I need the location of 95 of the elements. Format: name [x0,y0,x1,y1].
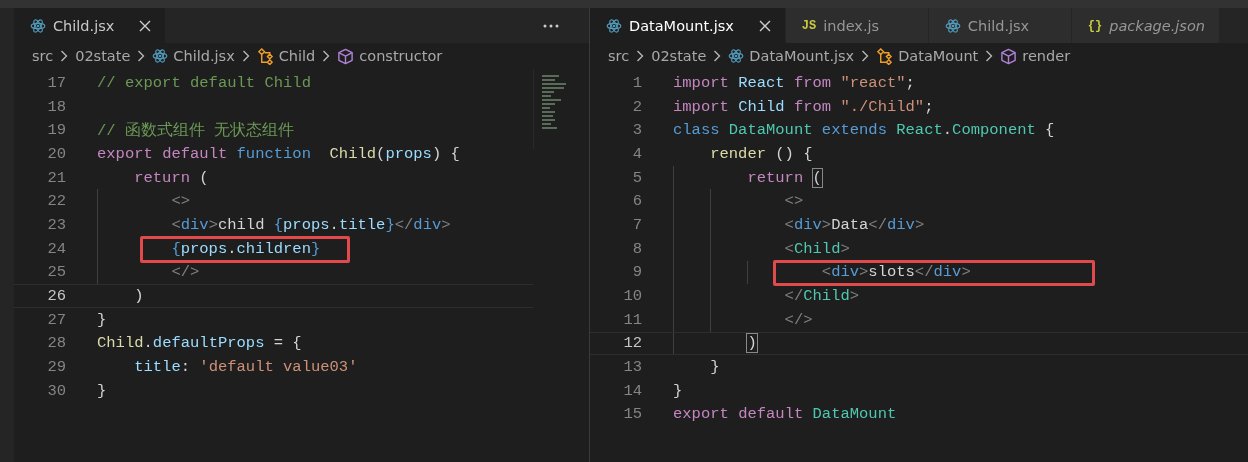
code-line: <div>slots</div> [821,263,971,282]
cube-icon [337,47,355,65]
breadcrumb-item[interactable]: Child [278,48,316,64]
breadcrumb-item[interactable]: src [32,48,54,64]
line-number: 12 [622,334,643,353]
line-number: 1 [631,73,643,92]
editor-tab[interactable]: Child.jsx [928,8,1072,43]
code-line: title: 'default value03' [134,358,358,377]
code-line: } [97,310,107,329]
line-number: 14 [622,381,643,400]
line-number: 18 [46,97,67,116]
react-atom-icon [30,17,46,34]
line-number: 10 [622,287,643,306]
breadcrumb-item[interactable]: render [1022,48,1071,64]
code-line: export default function Child(props) { [97,144,460,163]
code-line: ) [747,334,757,353]
chevron-icon [861,50,870,62]
line-number: 3 [631,121,643,140]
file-type-icon: JS [801,18,817,33]
chevron-icon [985,50,994,62]
code-line: <Child> [784,239,850,258]
line-number: 7 [631,215,643,234]
line-number: 8 [631,239,643,258]
code-line: return ( [747,168,822,187]
line-number: 23 [46,215,67,234]
line-number: 6 [631,192,643,211]
code-line: Child.defaultProps = { [97,334,302,353]
line-number: 24 [46,239,67,258]
code-line: import Child from "./Child"; [673,97,934,116]
line-number: 26 [46,287,67,306]
line-number: 13 [622,358,643,377]
file-type-icon: {} [1087,18,1103,33]
code-line: <div>Data</div> [784,215,925,234]
chevron-icon [636,50,645,62]
code-line: </> [171,263,200,282]
class-symbol-icon [876,47,894,65]
breadcrumb-item[interactable]: constructor [359,48,443,64]
code-line: import React from "react"; [673,73,915,92]
code-line: } [710,358,720,377]
breadcrumb-item[interactable]: 02state [75,48,131,64]
line-number: 4 [631,144,643,163]
react-atom-icon [606,17,622,34]
code-line: </Child> [784,287,860,306]
line-number: 29 [46,358,67,377]
line-number: 28 [46,334,67,353]
code-line: <> [784,192,804,211]
close-icon[interactable] [139,19,152,32]
close-icon[interactable] [758,19,771,32]
line-number: 25 [46,263,67,282]
editor-tab[interactable]: JS index.js [785,8,929,43]
line-number: 20 [46,144,67,163]
code-line: return ( [134,168,209,187]
code-line: } [673,381,683,400]
breadcrumb-item[interactable]: 02state [651,48,707,64]
breadcrumb-item[interactable]: Child.jsx [173,48,235,64]
editor-tab[interactable]: {} package.json [1071,8,1220,43]
line-number: 22 [46,192,67,211]
breadcrumb-item[interactable]: DataMount.jsx [749,48,855,64]
breadcrumb-item[interactable]: src [608,48,630,64]
code-line: {props.children} [171,239,321,258]
line-number: 30 [46,381,67,400]
chevron-icon [137,50,146,62]
editor-tab[interactable]: Child.jsx [14,8,167,43]
line-number: 15 [622,405,643,424]
line-number: 27 [46,310,67,329]
code-line: ) [134,287,144,306]
line-number: 9 [631,263,643,282]
code-line: <> [171,192,190,211]
code-line: class DataMount extends React.Component { [673,121,1055,140]
line-number: 17 [46,73,67,92]
react-atom-icon [728,48,745,64]
indent-guide [747,260,749,285]
chevron-icon [241,50,250,62]
breadcrumb-item[interactable]: DataMount [898,48,979,64]
code-line: render () { [710,144,813,163]
line-number: 2 [631,97,643,116]
code-line: export default DataMount [673,405,897,424]
react-atom-icon [944,17,961,34]
class-symbol-icon [256,47,274,65]
line-number: 21 [46,168,67,187]
react-atom-icon [152,48,169,64]
chevron-icon [713,50,722,62]
line-number: 5 [631,168,643,187]
chevron-icon [322,50,331,62]
cube-icon [1000,47,1018,65]
code-line: </> [784,310,813,329]
code-line: // export default Child [97,73,311,92]
line-number: 19 [46,121,67,140]
code-line: } [97,381,107,400]
code-line: // 函数式组件 无状态组件 [97,120,295,141]
code-line: <div>child {props.title}</div> [171,215,451,234]
editor-tab[interactable]: DataMount.jsx [590,8,786,43]
chevron-icon [60,50,69,62]
more-actions-icon[interactable] [543,23,559,28]
line-number: 11 [622,310,643,329]
